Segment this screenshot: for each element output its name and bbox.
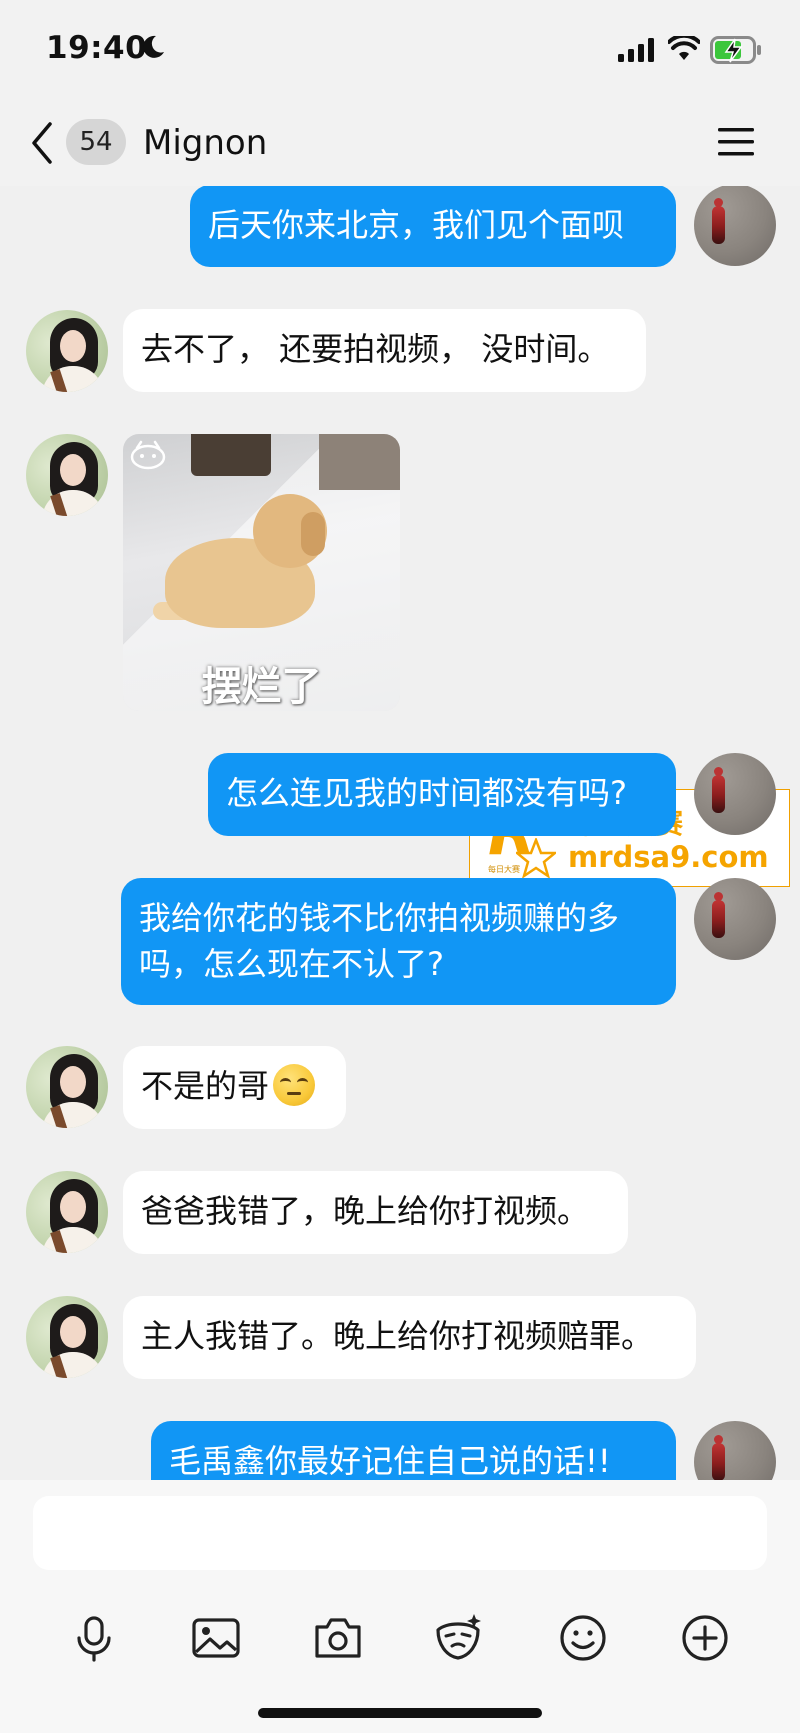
message-text: 怎么连见我的时间都没有吗?	[226, 774, 627, 812]
microphone-icon[interactable]	[68, 1612, 120, 1664]
contact-avatar[interactable]	[26, 1171, 108, 1253]
message-text: 爸爸我错了，晚上给你打视频。	[141, 1192, 590, 1230]
image-icon[interactable]	[190, 1612, 242, 1664]
chevron-left-icon[interactable]	[26, 120, 60, 166]
chat-header: 54 Mignon	[0, 100, 800, 186]
message-bubble-incoming[interactable]: 去不了， 还要拍视频， 没时间。	[123, 309, 646, 392]
contact-avatar[interactable]	[26, 310, 108, 392]
emoji-icon[interactable]	[557, 1612, 609, 1664]
self-avatar[interactable]	[694, 878, 776, 960]
message-text: 不是的哥	[141, 1067, 270, 1105]
self-avatar[interactable]	[694, 186, 776, 266]
smirk-emoji-icon	[273, 1064, 316, 1106]
message-bubble-outgoing[interactable]: 怎么连见我的时间都没有吗?	[208, 753, 676, 836]
message-text: 去不了， 还要拍视频， 没时间。	[141, 330, 610, 368]
sticker-face-icon[interactable]	[432, 1612, 484, 1664]
contact-avatar[interactable]	[26, 434, 108, 516]
sticker-image[interactable]: 摆烂了	[123, 434, 400, 711]
message-text: 我给你花的钱不比你拍视频赚的多吗，怎么现在不认了?	[139, 899, 620, 983]
sticker-watermark-icon	[130, 440, 166, 470]
plus-icon[interactable]	[679, 1612, 731, 1664]
camera-icon[interactable]	[312, 1612, 364, 1664]
message-bubble-outgoing[interactable]: 毛禹鑫你最好记住自己说的话!!	[151, 1421, 676, 1480]
message-bubble-outgoing[interactable]: 后天你来北京，我们见个面呗	[190, 186, 676, 267]
self-avatar[interactable]	[694, 1421, 776, 1480]
message-bubble-outgoing[interactable]: 我给你花的钱不比你拍视频赚的多吗，怎么现在不认了?	[121, 878, 676, 1005]
message-text: 主人我错了。晚上给你打视频赔罪。	[141, 1317, 654, 1355]
watermark-url: mrdsa9.com	[568, 840, 769, 874]
battery-charging-icon	[710, 36, 761, 64]
contact-avatar[interactable]	[26, 1046, 108, 1128]
signal-icon	[618, 38, 654, 62]
sticker-caption: 摆烂了	[201, 664, 322, 710]
hamburger-menu-icon[interactable]	[716, 122, 756, 162]
message-text: 毛禹鑫你最好记住自己说的话!!	[169, 1442, 611, 1480]
self-avatar[interactable]	[694, 753, 776, 835]
contact-name: Mignon	[143, 123, 268, 163]
contact-avatar[interactable]	[26, 1296, 108, 1378]
unread-count-badge[interactable]: 54	[66, 119, 126, 165]
message-bubble-incoming[interactable]: 爸爸我错了，晚上给你打视频。	[123, 1171, 628, 1254]
star-icon	[516, 838, 556, 878]
message-bubble-incoming[interactable]: 主人我错了。晚上给你打视频赔罪。	[123, 1296, 696, 1379]
home-indicator[interactable]	[258, 1708, 542, 1718]
status-bar: 19:40	[0, 0, 800, 100]
message-list[interactable]: 后天你来北京，我们见个面呗 去不了， 还要拍视频， 没时间。 摆烂了 R	[0, 186, 800, 1480]
input-bar	[0, 1480, 800, 1733]
moon-icon	[143, 35, 164, 58]
wifi-icon	[668, 36, 700, 60]
status-time: 19:40	[46, 30, 148, 66]
message-input[interactable]	[33, 1496, 767, 1570]
message-text: 后天你来北京，我们见个面呗	[208, 206, 625, 244]
message-bubble-incoming[interactable]: 不是的哥	[123, 1046, 346, 1129]
